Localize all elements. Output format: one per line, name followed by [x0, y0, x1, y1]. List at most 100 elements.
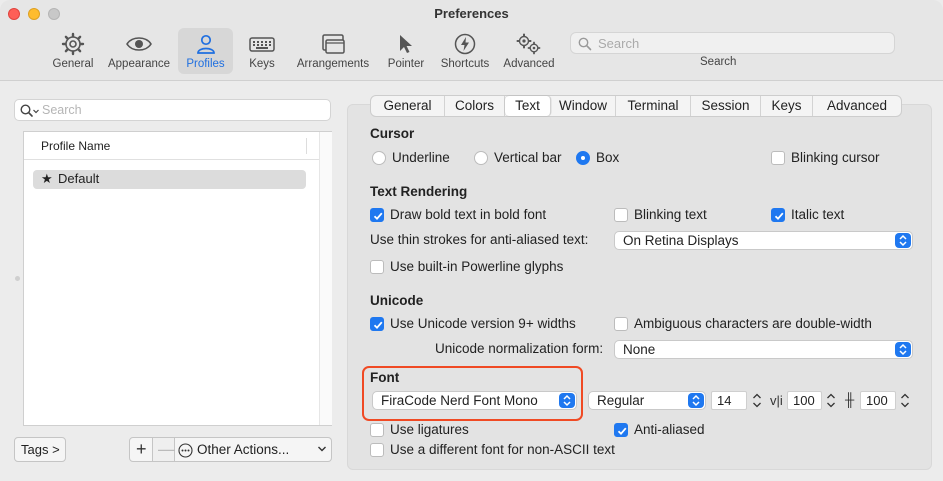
ambiguous-width-checkbox[interactable]: [614, 317, 628, 331]
checkmark-icon: [617, 427, 627, 436]
toolbar-arrangements-label: Arrangements: [296, 58, 370, 70]
cursor-vertical-bar-radio[interactable]: [474, 151, 488, 165]
bolt-icon: [454, 33, 476, 55]
toolbar-pointer-label: Pointer: [387, 58, 425, 70]
split-view-handle[interactable]: [15, 276, 20, 281]
thin-strokes-popup[interactable]: On Retina Displays: [614, 231, 913, 250]
font-size-field[interactable]: 14: [711, 391, 747, 410]
horizontal-spacing-icon: v|i: [770, 393, 783, 408]
column-divider: [306, 138, 307, 154]
updown-arrows-icon: [895, 233, 911, 248]
cursor-box-radio[interactable]: [576, 151, 590, 165]
horizontal-spacing-value: 100: [793, 393, 815, 408]
toolbar: Preferences General Appearance Profiles …: [0, 0, 943, 81]
other-actions-label: Other Actions...: [197, 442, 290, 457]
italic-text-checkbox[interactable]: [771, 208, 785, 222]
non-ascii-font-checkbox[interactable]: [370, 443, 384, 457]
cursor-underline-label: Underline: [392, 150, 450, 165]
search-caption: Search: [700, 56, 737, 68]
tab-advanced[interactable]: Advanced: [813, 96, 901, 116]
other-actions-button[interactable]: Other Actions...: [175, 437, 332, 462]
toolbar-general-button[interactable]: General: [48, 28, 98, 74]
toolbar-profiles-button[interactable]: Profiles: [178, 28, 233, 74]
bold-font-label: Draw bold text in bold font: [390, 207, 547, 222]
checkmark-icon: [373, 212, 383, 221]
toolbar-general-label: General: [52, 58, 94, 70]
profile-list-header[interactable]: Profile Name: [24, 132, 319, 160]
vertical-spacing-field[interactable]: 100: [860, 391, 896, 410]
vertical-spacing-icon: ╫: [845, 392, 855, 407]
search-icon: [20, 104, 39, 117]
toolbar-keys-button[interactable]: Keys: [238, 28, 286, 74]
tab-colors[interactable]: Colors: [445, 96, 505, 116]
updown-arrows-icon: [688, 393, 704, 408]
blinking-cursor-label: Blinking cursor: [791, 150, 880, 165]
toolbar-arrangements-button[interactable]: Arrangements: [292, 28, 374, 74]
profile-list: Profile Name ★ Default: [23, 131, 332, 426]
font-size-value: 14: [717, 393, 732, 408]
toolbar-shortcuts-button[interactable]: Shortcuts: [436, 28, 494, 74]
vertical-spacing-value: 100: [866, 393, 888, 408]
blinking-text-checkbox[interactable]: [614, 208, 628, 222]
profile-search-input[interactable]: Search: [14, 99, 331, 121]
cursor-section-title: Cursor: [370, 126, 415, 141]
toolbar-shortcuts-label: Shortcuts: [440, 58, 490, 70]
plus-icon: +: [136, 439, 147, 459]
tab-text[interactable]: Text: [505, 96, 551, 116]
profile-name-column-header: Profile Name: [41, 139, 111, 153]
anti-aliased-checkbox[interactable]: [614, 423, 628, 437]
profile-row-default[interactable]: ★ Default: [33, 170, 306, 189]
tags-button-label: Tags >: [21, 442, 60, 457]
normalization-form-label: Unicode normalization form:: [435, 341, 604, 356]
unicode-v9-checkbox[interactable]: [370, 317, 384, 331]
checkmark-icon: [373, 321, 383, 330]
tab-window[interactable]: Window: [551, 96, 616, 116]
font-highlight-annotation: [362, 366, 583, 421]
profile-tabs: General Colors Text Window Terminal Sess…: [370, 95, 902, 117]
keyboard-icon: [249, 37, 275, 52]
pointer-icon: [400, 35, 412, 53]
person-icon: [196, 34, 215, 54]
italic-text-label: Italic text: [791, 207, 845, 222]
tab-general[interactable]: General: [371, 96, 445, 116]
horizontal-spacing-field[interactable]: 100: [787, 391, 822, 410]
profile-search-placeholder: Search: [42, 103, 82, 117]
toolbar-keys-label: Keys: [249, 58, 275, 70]
checkmark-icon: [774, 212, 784, 221]
unicode-section-title: Unicode: [370, 293, 424, 308]
remove-profile-button[interactable]: —: [153, 437, 176, 462]
vertical-spacing-stepper[interactable]: [899, 391, 911, 410]
gears-icon: [516, 33, 541, 55]
tags-button[interactable]: Tags >: [14, 437, 66, 462]
preferences-search-field[interactable]: Search: [570, 32, 895, 54]
tab-keys[interactable]: Keys: [761, 96, 813, 116]
blinking-cursor-checkbox[interactable]: [771, 151, 785, 165]
tab-session[interactable]: Session: [691, 96, 761, 116]
add-profile-button[interactable]: +: [129, 437, 153, 462]
text-rendering-section-title: Text Rendering: [370, 184, 468, 199]
updown-arrows-icon: [895, 342, 911, 357]
normalization-form-popup[interactable]: None: [614, 340, 913, 359]
cursor-underline-radio[interactable]: [372, 151, 386, 165]
ligatures-checkbox[interactable]: [370, 423, 384, 437]
ambiguous-width-label: Ambiguous characters are double-width: [634, 316, 872, 331]
thin-strokes-value: On Retina Displays: [623, 233, 739, 248]
toolbar-advanced-button[interactable]: Advanced: [500, 28, 558, 74]
unicode-v9-label: Use Unicode version 9+ widths: [390, 316, 576, 331]
preferences-search-placeholder: Search: [598, 36, 640, 51]
gear-icon: [61, 32, 85, 56]
powerline-glyphs-label: Use built-in Powerline glyphs: [390, 259, 564, 274]
font-size-stepper[interactable]: [751, 391, 763, 410]
tab-terminal[interactable]: Terminal: [616, 96, 691, 116]
font-weight-popup[interactable]: Regular: [588, 391, 706, 410]
preferences-window: Preferences General Appearance Profiles …: [0, 0, 943, 481]
toolbar-appearance-button[interactable]: Appearance: [104, 28, 174, 74]
horizontal-spacing-stepper[interactable]: [825, 391, 837, 410]
ellipsis-circle-icon: [178, 443, 193, 458]
profile-list-scrollbar[interactable]: [319, 132, 332, 425]
cursor-vertical-bar-label: Vertical bar: [494, 150, 562, 165]
bold-font-checkbox[interactable]: [370, 208, 384, 222]
toolbar-pointer-button[interactable]: Pointer: [382, 28, 430, 74]
powerline-glyphs-checkbox[interactable]: [370, 260, 384, 274]
eye-icon: [126, 37, 152, 51]
